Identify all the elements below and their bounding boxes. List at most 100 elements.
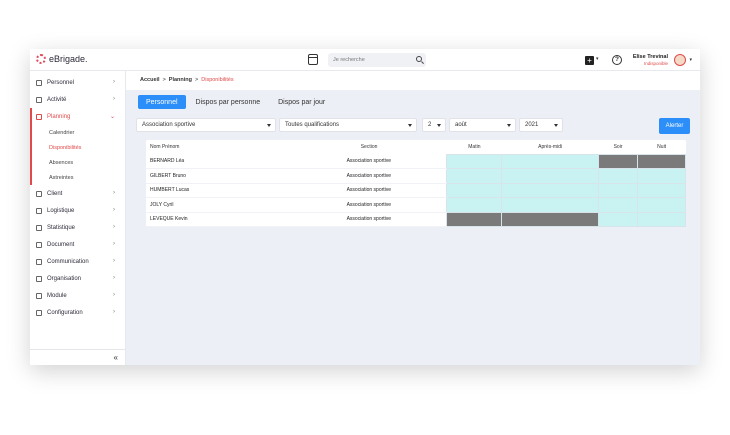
tab-dispos-par-jour[interactable]: Dispos par jour [270, 95, 333, 109]
gear-icon [36, 309, 42, 316]
table-row[interactable]: JOLY Cyril Association sportive [146, 197, 686, 213]
table-row[interactable]: GILBERT Bruno Association sportive [146, 168, 686, 184]
association-value: Association sportive [142, 122, 196, 128]
sidebar-subitem-absences[interactable]: Absences [30, 155, 125, 170]
chevron-down-icon[interactable]: ▾ [596, 56, 599, 62]
chevron-right-icon: › [113, 241, 115, 247]
breadcrumb-separator: > [195, 77, 199, 83]
calendar-icon[interactable] [308, 54, 318, 65]
sidebar-item-document[interactable]: Document › [30, 236, 125, 253]
availability-cell-avail[interactable] [637, 182, 686, 198]
tab-personnel[interactable]: Personnel [138, 95, 186, 109]
association-select[interactable]: Association sportive [136, 118, 276, 132]
alert-button[interactable]: Alerter [659, 118, 690, 134]
header-nuit: Nuit [657, 143, 667, 150]
search-input[interactable]: Je recherche [328, 53, 426, 67]
header-apres-midi: Après-midi [538, 143, 563, 150]
sidebar-item-label: Module [47, 292, 67, 299]
sidebar-item-activite[interactable]: Activité › [30, 91, 125, 108]
cell-section: Association sportive [291, 212, 447, 227]
table-row[interactable]: BERNARD Léa Association sportive [146, 153, 686, 169]
sidebar-item-module[interactable]: Module › [30, 287, 125, 304]
availability-cell-avail[interactable] [597, 197, 639, 213]
add-icon[interactable]: + [585, 56, 594, 65]
chevron-down-icon[interactable]: ▾ [689, 57, 692, 63]
qualification-select[interactable]: Toutes qualifications [279, 118, 417, 132]
availability-cell-avail[interactable] [597, 182, 639, 198]
availability-cell-avail[interactable] [597, 211, 639, 227]
availability-cell-avail[interactable] [446, 168, 503, 184]
chevron-right-icon: › [113, 224, 115, 230]
chevron-right-icon: › [113, 96, 115, 102]
sidebar-item-configuration[interactable]: Configuration › [30, 304, 125, 321]
availability-cell-avail[interactable] [637, 168, 686, 184]
cell-name[interactable]: GILBERT Bruno [146, 168, 292, 184]
sidebar-item-label: Configuration [47, 309, 83, 316]
month-select[interactable]: août [449, 118, 516, 132]
table-row[interactable]: LEVEQUE Kevin Association sportive [146, 211, 686, 227]
cell-name[interactable]: LEVEQUE Kevin [146, 212, 292, 227]
caret-down-icon [408, 124, 412, 127]
sidebar-item-label: Organisation [47, 275, 82, 282]
availability-cell-avail[interactable] [501, 182, 599, 198]
cell-section: Association sportive [291, 183, 447, 198]
sidebar-item-client[interactable]: Client › [30, 185, 125, 202]
filter-bar: Association sportive Toutes qualificatio… [136, 118, 692, 134]
cell-name[interactable]: HUMBERT Lucas [146, 183, 292, 198]
availability-cell-avail[interactable] [501, 153, 599, 169]
sidebar-item-label: Planning [47, 113, 71, 120]
breadcrumb-planning[interactable]: Planning [169, 77, 192, 83]
availability-cell-unavail[interactable] [501, 211, 599, 227]
tab-dispos-par-personne[interactable]: Dispos par personne [188, 95, 269, 109]
table-row[interactable]: HUMBERT Lucas Association sportive [146, 182, 686, 198]
mail-icon [36, 258, 42, 265]
help-icon[interactable]: ? [612, 55, 622, 65]
sidebar-item-label: Personnel [47, 79, 75, 86]
logo[interactable]: eBrigade. [36, 54, 88, 64]
chevron-right-icon: › [113, 309, 115, 315]
search-icon[interactable] [416, 56, 422, 62]
sidebar-item-organisation[interactable]: Organisation › [30, 270, 125, 287]
breadcrumb-current: Disponibilités [201, 77, 234, 83]
number-value: 2 [428, 122, 432, 128]
availability-cell-avail[interactable] [446, 182, 503, 198]
month-value: août [455, 122, 467, 128]
availability-cell-avail[interactable] [446, 153, 503, 169]
availability-cell-unavail[interactable] [446, 211, 503, 227]
availability-cell-avail[interactable] [501, 197, 599, 213]
availability-cell-avail[interactable] [446, 197, 503, 213]
cell-section: Association sportive [291, 168, 447, 184]
planning-icon [36, 113, 42, 120]
sidebar-subitem-calendrier[interactable]: Calendrier [30, 125, 125, 140]
cell-name[interactable]: BERNARD Léa [146, 154, 292, 169]
collapse-icon[interactable]: « [114, 353, 118, 362]
sidebar-item-logistique[interactable]: Logistique › [30, 202, 125, 219]
availability-cell-avail[interactable] [597, 168, 639, 184]
chevron-right-icon: › [113, 79, 115, 85]
number-select[interactable]: 2 [422, 118, 446, 132]
logo-icon [36, 54, 46, 64]
sidebar-item-statistique[interactable]: Statistique › [30, 219, 125, 236]
chevron-right-icon: › [113, 190, 115, 196]
availability-cell-avail[interactable] [637, 197, 686, 213]
sidebar-item-planning[interactable]: Planning ⌄ [30, 108, 125, 125]
chevron-right-icon: › [113, 207, 115, 213]
year-select[interactable]: 2021 [519, 118, 563, 132]
sidebar-item-label: Statistique [47, 224, 76, 231]
cell-section: Association sportive [291, 154, 447, 169]
sidebar-subitem-disponibilites[interactable]: Disponibilités [30, 140, 125, 155]
availability-cell-unavail[interactable] [637, 153, 686, 169]
breadcrumb-home[interactable]: Accueil [140, 77, 160, 83]
person-icon [36, 79, 42, 86]
avatar[interactable] [674, 54, 686, 66]
availability-cell-unavail[interactable] [597, 153, 639, 169]
cell-name[interactable]: JOLY Cyril [146, 197, 292, 213]
sidebar-item-personnel[interactable]: Personnel › [30, 74, 125, 91]
caret-down-icon [437, 124, 441, 127]
availability-cell-avail[interactable] [501, 168, 599, 184]
availability-cell-avail[interactable] [637, 211, 686, 227]
user-name[interactable]: Elise Trevinal [633, 54, 668, 60]
sidebar-item-communication[interactable]: Communication › [30, 253, 125, 270]
sidebar-subitem-astreintes[interactable]: Astreintes [30, 170, 125, 185]
table-header-row: Nom Prénom Section Matin Après-midi Soir… [146, 140, 686, 154]
